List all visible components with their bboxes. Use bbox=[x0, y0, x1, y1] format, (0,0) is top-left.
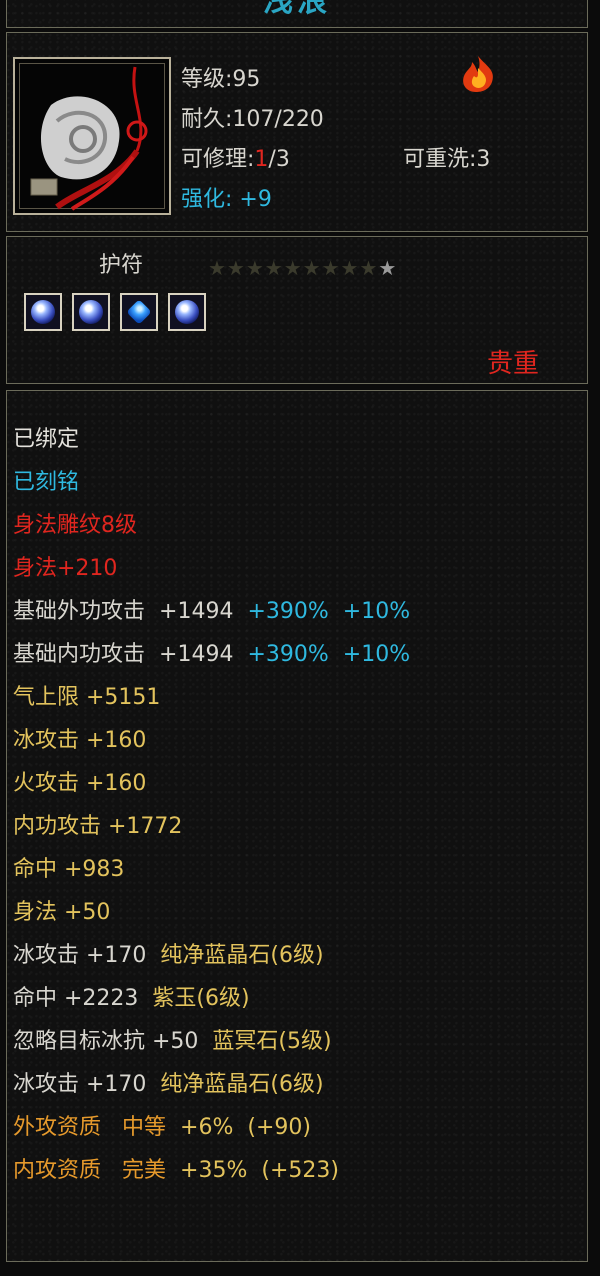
stat-pct2: +10% bbox=[342, 599, 411, 624]
aptitude-grade: 完美 bbox=[122, 1158, 167, 1183]
attribute-line: 身法 +50 bbox=[13, 900, 111, 925]
item-type: 护符 bbox=[99, 253, 144, 278]
sapphire-gem-icon bbox=[126, 299, 152, 325]
gem-stat-line: 冰攻击 +170 纯净蓝晶石(6级) bbox=[13, 943, 324, 968]
aptitude-grade: 中等 bbox=[122, 1115, 167, 1140]
gem-name: 纯净蓝晶石(6级) bbox=[160, 1072, 324, 1097]
aptitude-pct: +6% bbox=[180, 1115, 234, 1140]
aptitude-bonus: (+523) bbox=[261, 1158, 339, 1183]
engraved-status: 已刻铭 bbox=[13, 470, 80, 495]
repair-count: 可修理:1/3 bbox=[181, 141, 290, 173]
stat-value: +1494 bbox=[159, 642, 234, 667]
carving-bonus: 身法+210 bbox=[13, 556, 118, 581]
gem-stat-line: 命中 +2223 紫玉(6级) bbox=[13, 986, 250, 1011]
gem-name: 蓝冥石(5级) bbox=[212, 1029, 332, 1054]
item-name: 浅浪 bbox=[263, 0, 331, 19]
attribute-line: 内功攻击 +1772 bbox=[13, 814, 183, 839]
jade-pendant-icon bbox=[13, 57, 171, 215]
attribute-line: 气上限 +5151 bbox=[13, 685, 161, 710]
repair-label: 可修理: bbox=[181, 147, 255, 172]
star-last: ★ bbox=[378, 256, 398, 280]
stat-value: +1494 bbox=[159, 599, 234, 624]
aptitude-label: 外攻资质 bbox=[13, 1115, 102, 1140]
rewash-text: 可重洗:3 bbox=[403, 147, 491, 172]
stat-label: 基础外功攻击 bbox=[13, 599, 146, 624]
gem-name: 紫玉(6级) bbox=[152, 986, 250, 1011]
gem-stat-line: 忽略目标冰抗 +50 蓝冥石(5级) bbox=[13, 1029, 332, 1054]
attribute-line: 冰攻击 +160 bbox=[13, 728, 147, 753]
round-gem-icon bbox=[79, 300, 103, 324]
stat-pct: +390% bbox=[247, 599, 329, 624]
stat-pct2: +10% bbox=[342, 642, 411, 667]
aptitude-bonus: (+90) bbox=[247, 1115, 311, 1140]
gem-slot-4[interactable] bbox=[168, 293, 206, 331]
item-header-panel: 等级:95 耐久:107/220 可修理:1/3 可重洗:3 强化: +9 bbox=[6, 32, 588, 232]
gem-name: 纯净蓝晶石(6级) bbox=[160, 943, 324, 968]
repair-used: 1 bbox=[254, 147, 269, 172]
rarity-label: 贵重 bbox=[487, 349, 540, 379]
attribute-line: 命中 +983 bbox=[13, 857, 125, 882]
gem-slot-2[interactable] bbox=[72, 293, 110, 331]
gem-slot-3[interactable] bbox=[120, 293, 158, 331]
enhance-text: 强化: +9 bbox=[181, 187, 272, 212]
bind-status: 已绑定 bbox=[13, 427, 80, 452]
gem-slot-1[interactable] bbox=[24, 293, 62, 331]
attribute-line: 火攻击 +160 bbox=[13, 771, 147, 796]
aptitude-line: 内攻资质 完美 +35% (+523) bbox=[13, 1152, 339, 1184]
aptitude-label: 内攻资质 bbox=[13, 1158, 102, 1183]
fire-icon bbox=[463, 56, 493, 92]
round-gem-icon bbox=[175, 300, 199, 324]
aptitude-line: 外攻资质 中等 +6% (+90) bbox=[13, 1109, 311, 1141]
stat-pct: +390% bbox=[247, 642, 329, 667]
round-gem-icon bbox=[31, 300, 55, 324]
title-panel: 浅浪 bbox=[6, 0, 588, 28]
stats-panel: 已绑定 已刻铭 身法雕纹8级 身法+210 基础外功攻击 +1494 +390%… bbox=[6, 390, 588, 1262]
aptitude-pct: +35% bbox=[180, 1158, 248, 1183]
carving-level: 身法雕纹8级 bbox=[13, 513, 137, 538]
gem-stat-line: 冰攻击 +170 纯净蓝晶石(6级) bbox=[13, 1072, 324, 1097]
level-text: 等级:95 bbox=[181, 67, 261, 92]
base-attack-row: 基础内功攻击 +1494 +390% +10% bbox=[13, 636, 410, 668]
stat-label: 基础内功攻击 bbox=[13, 642, 146, 667]
star-rating: ★★★★★★★★★★ bbox=[208, 256, 398, 280]
base-attack-row: 基础外功攻击 +1494 +390% +10% bbox=[13, 593, 410, 625]
durability-text: 耐久:107/220 bbox=[181, 107, 324, 132]
repair-total: /3 bbox=[268, 147, 290, 172]
